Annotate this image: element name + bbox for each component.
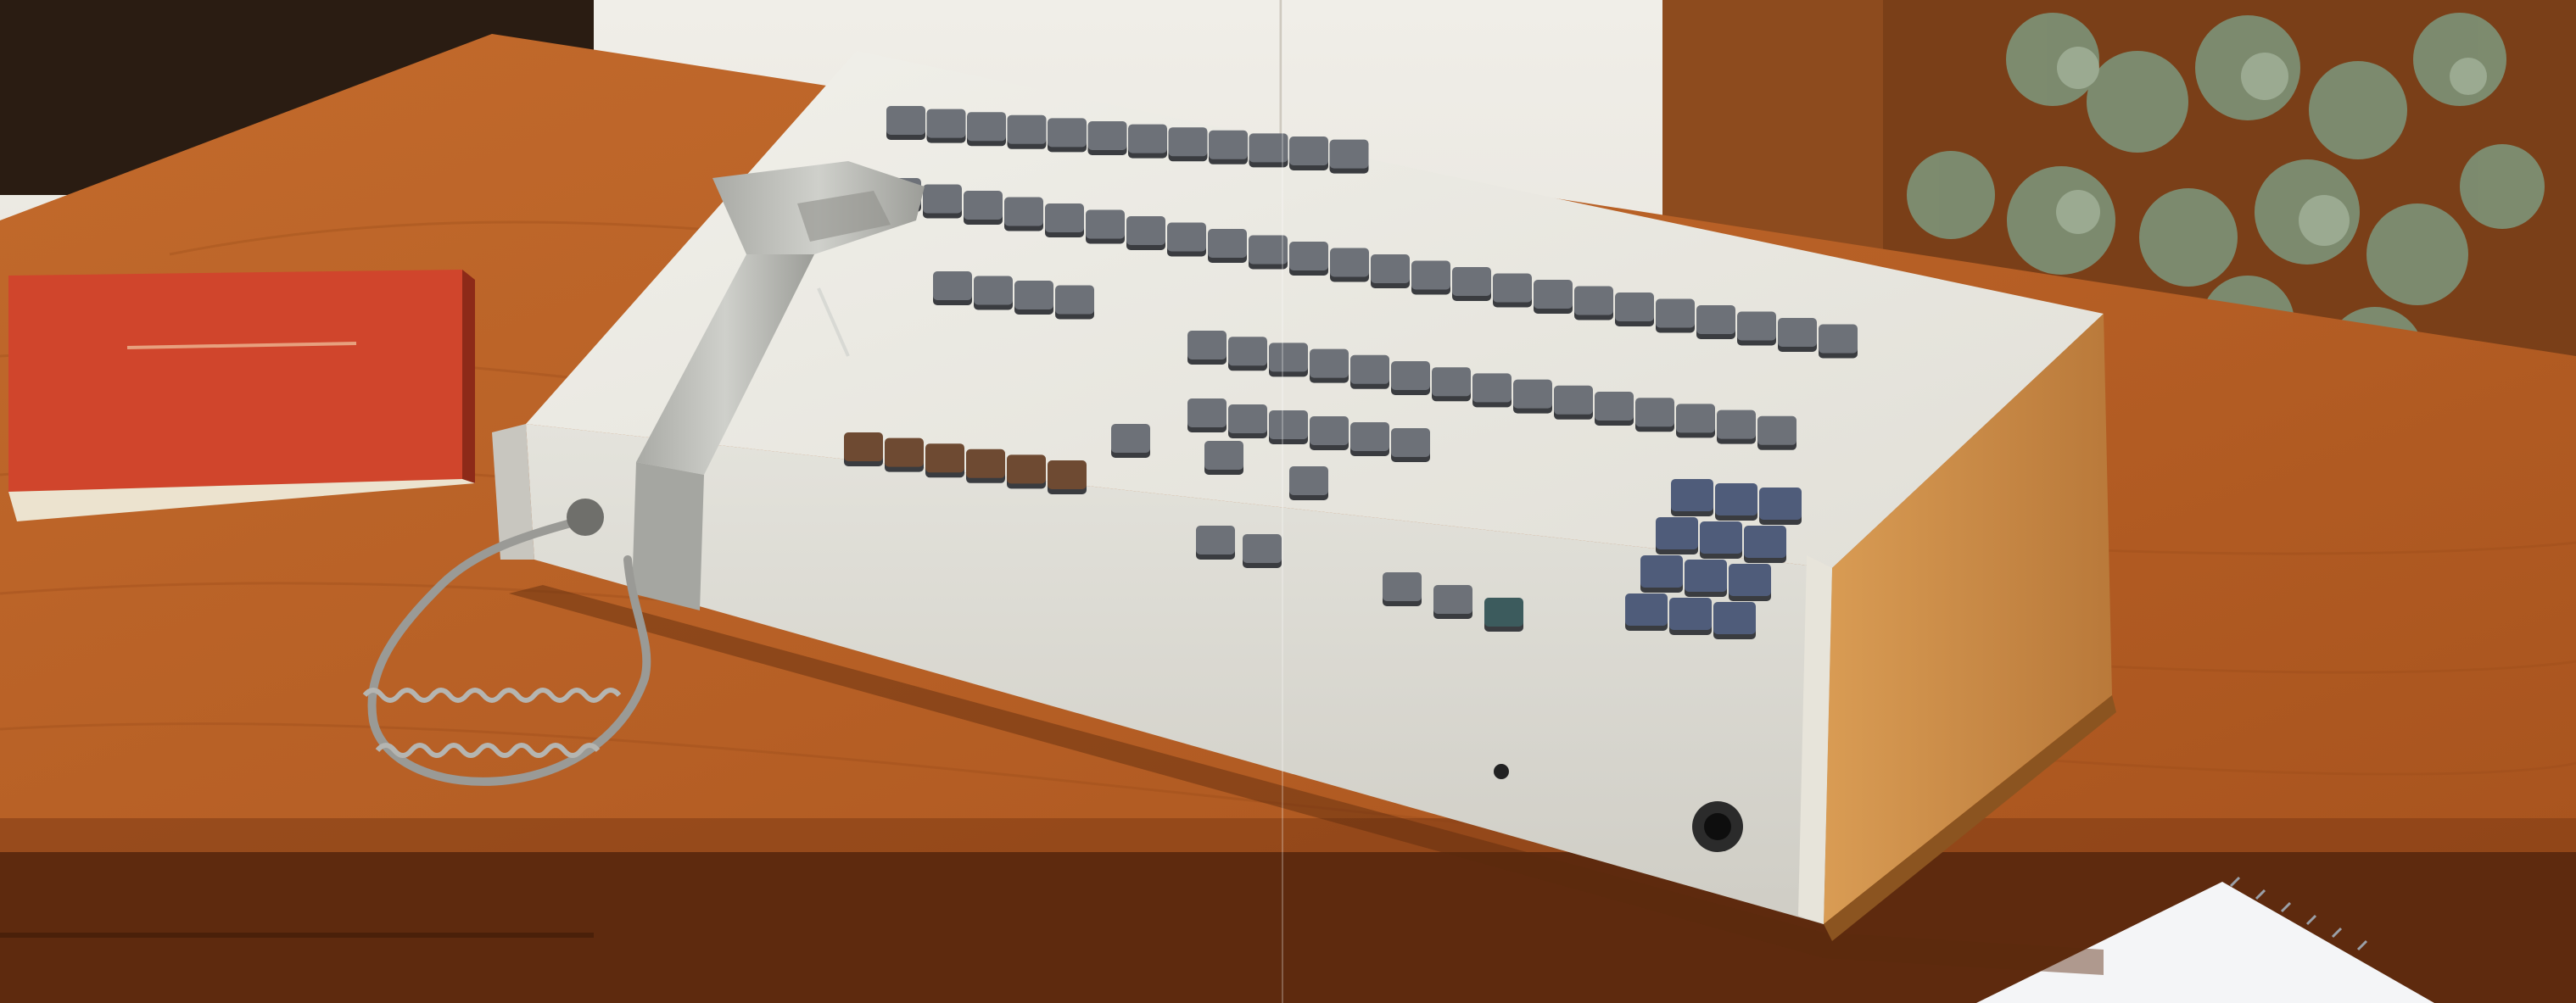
- second-row-key-15[interactable]: [1452, 267, 1491, 301]
- keypad-key-6[interactable]: [1744, 526, 1786, 563]
- third-row-right-key-6[interactable]: [1391, 361, 1430, 395]
- second-row-key-22[interactable]: [1737, 311, 1776, 346]
- top-row-key-7[interactable]: [1128, 124, 1167, 159]
- keypad-key-4[interactable]: [1656, 517, 1698, 554]
- second-row-key-20[interactable]: [1656, 298, 1695, 333]
- second-row-key-12[interactable]: [1330, 248, 1369, 282]
- third-row-left-key-1[interactable]: [933, 271, 972, 305]
- lower-key-3[interactable]: [1484, 598, 1523, 632]
- power-button-inner: [1704, 813, 1731, 840]
- top-row-key-6[interactable]: [1087, 121, 1127, 155]
- keypad-key-#[interactable]: [1713, 602, 1756, 639]
- desk-edge: [0, 818, 2576, 852]
- function-key-d[interactable]: [1196, 526, 1235, 560]
- function-left-key-5[interactable]: [1007, 454, 1046, 489]
- indicator-light-icon: [1494, 764, 1509, 779]
- second-row-key-9[interactable]: [1208, 229, 1247, 263]
- third-row-right-key-4[interactable]: [1310, 348, 1349, 383]
- third-row-right-key-2[interactable]: [1228, 337, 1267, 371]
- second-row-key-17[interactable]: [1534, 280, 1573, 314]
- second-row-key-7[interactable]: [1126, 216, 1165, 250]
- cord-jack: [567, 499, 604, 536]
- second-row-key-21[interactable]: [1696, 305, 1735, 339]
- fourth-row-key-3[interactable]: [1269, 410, 1308, 444]
- second-row-key-24[interactable]: [1819, 324, 1858, 359]
- third-row-right-key-10[interactable]: [1554, 385, 1593, 420]
- keypad-key-7[interactable]: [1640, 555, 1683, 593]
- function-left-key-1[interactable]: [844, 432, 883, 466]
- third-row-right-key-1[interactable]: [1187, 331, 1227, 365]
- function-left-key-2[interactable]: [885, 437, 924, 472]
- function-left-key-6[interactable]: [1048, 460, 1087, 494]
- keypad-key-9[interactable]: [1729, 564, 1771, 601]
- top-row-key-5[interactable]: [1048, 118, 1087, 153]
- third-row-right-key-3[interactable]: [1269, 343, 1308, 377]
- third-row-right-key-14[interactable]: [1717, 410, 1756, 444]
- fourth-row-key-6[interactable]: [1391, 428, 1430, 462]
- red-book: [8, 270, 475, 521]
- third-row-left-key-4[interactable]: [1055, 285, 1094, 320]
- top-row-key-2[interactable]: [926, 109, 966, 143]
- third-row-left-key-2[interactable]: [974, 276, 1013, 310]
- lower-key-2[interactable]: [1433, 585, 1472, 619]
- second-row-key-4[interactable]: [1004, 197, 1043, 231]
- keypad-key-1[interactable]: [1671, 479, 1713, 516]
- top-row-key-8[interactable]: [1168, 127, 1208, 162]
- second-row-key-16[interactable]: [1493, 273, 1532, 308]
- top-row-key-11[interactable]: [1289, 137, 1328, 170]
- top-row-key-1[interactable]: [886, 106, 925, 140]
- keypad-key-8[interactable]: [1685, 560, 1727, 597]
- third-row-right-key-15[interactable]: [1757, 415, 1796, 450]
- second-row-key-2[interactable]: [923, 184, 962, 219]
- second-row-key-18[interactable]: [1574, 286, 1613, 320]
- top-row-key-3[interactable]: [967, 112, 1006, 147]
- second-row-key-19[interactable]: [1615, 293, 1654, 326]
- keypad-key-0[interactable]: [1669, 598, 1712, 635]
- function-key-c[interactable]: [1289, 466, 1328, 500]
- function-left-key-3[interactable]: [925, 443, 964, 478]
- lower-key-1[interactable]: [1383, 572, 1422, 606]
- fourth-row-key-5[interactable]: [1350, 422, 1389, 456]
- third-row-right-key-13[interactable]: [1676, 404, 1715, 438]
- third-row-right-key-7[interactable]: [1432, 367, 1471, 402]
- fourth-row-key-2[interactable]: [1228, 404, 1267, 438]
- second-row-key-5[interactable]: [1045, 203, 1084, 237]
- third-row-right-key-8[interactable]: [1472, 373, 1512, 408]
- photo-scene: [0, 0, 2576, 1003]
- second-row-key-3[interactable]: [964, 191, 1003, 225]
- keypad-key-*[interactable]: [1625, 593, 1668, 631]
- function-key-a[interactable]: [1111, 424, 1150, 458]
- top-row-key-12[interactable]: [1329, 139, 1369, 174]
- second-row-key-14[interactable]: [1411, 260, 1450, 295]
- drawer-line: [0, 933, 594, 938]
- second-row-key-11[interactable]: [1289, 242, 1328, 276]
- top-row-key-4[interactable]: [1007, 114, 1047, 149]
- third-row-right-key-12[interactable]: [1635, 398, 1674, 432]
- top-row-key-9[interactable]: [1209, 130, 1248, 164]
- second-row-key-8[interactable]: [1167, 222, 1206, 257]
- third-row-right-key-9[interactable]: [1513, 379, 1552, 414]
- function-key-b[interactable]: [1204, 441, 1243, 475]
- keypad-key-2[interactable]: [1715, 483, 1757, 521]
- function-left-key-4[interactable]: [966, 449, 1005, 483]
- second-row-key-23[interactable]: [1778, 318, 1817, 352]
- third-row-left-key-3[interactable]: [1014, 281, 1053, 315]
- second-row-key-6[interactable]: [1086, 209, 1125, 244]
- fourth-row-key-4[interactable]: [1310, 416, 1349, 450]
- keypad-key-5[interactable]: [1700, 521, 1742, 559]
- fourth-row-key-1[interactable]: [1187, 398, 1227, 432]
- function-key-e[interactable]: [1243, 534, 1282, 568]
- second-row-key-13[interactable]: [1371, 254, 1410, 288]
- third-row-right-key-5[interactable]: [1350, 354, 1389, 389]
- scene-illustration: [0, 0, 2576, 1003]
- keypad-key-3[interactable]: [1759, 488, 1802, 525]
- third-row-right-key-11[interactable]: [1595, 392, 1634, 426]
